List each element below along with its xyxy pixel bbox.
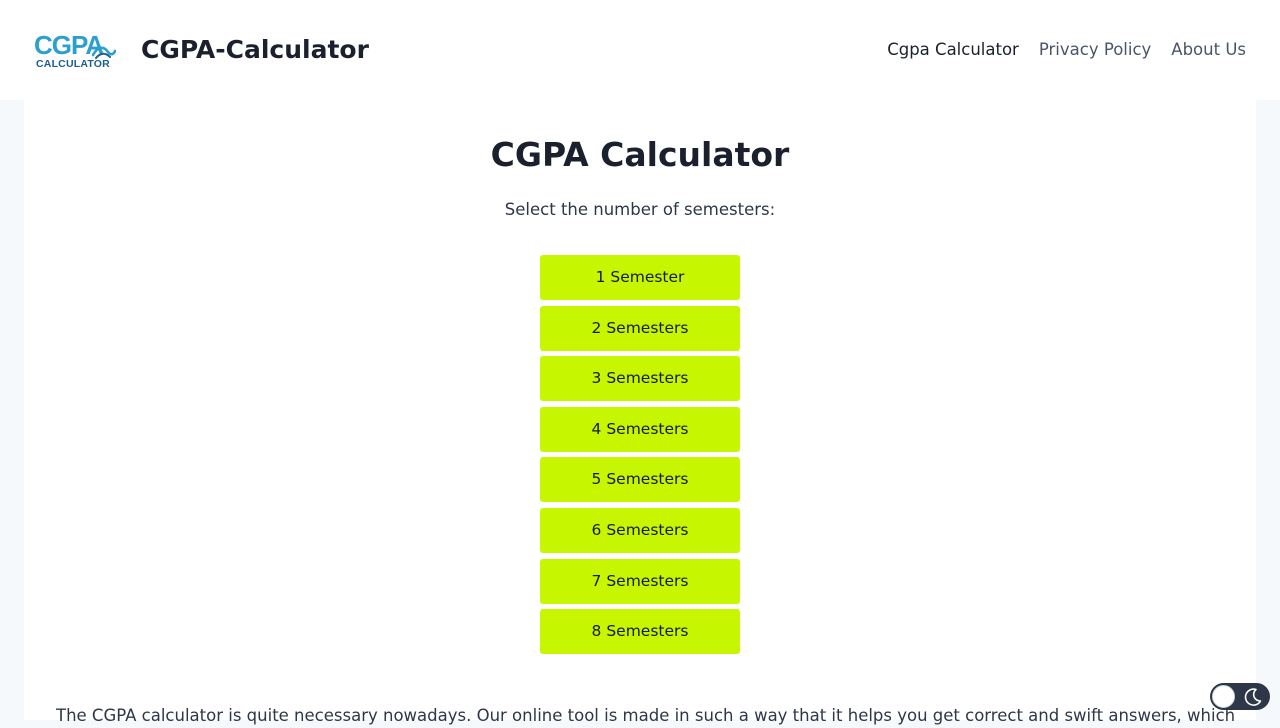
semester-2-button[interactable]: 2 Semesters <box>540 305 740 351</box>
sun-icon <box>1212 685 1235 708</box>
main-content: CGPA Calculator Select the number of sem… <box>24 100 1256 725</box>
page-title: CGPA Calculator <box>490 135 790 174</box>
semester-button-list: 1 Semester 2 Semesters 3 Semesters 4 Sem… <box>540 255 740 660</box>
nav-cgpa-calculator[interactable]: Cgpa Calculator <box>887 38 1019 62</box>
intro-paragraph: The CGPA calculator is quite necessary n… <box>56 706 1236 725</box>
semester-prompt: Select the number of semesters: <box>504 200 776 219</box>
semester-1-button[interactable]: 1 Semester <box>540 255 740 300</box>
site-logo[interactable]: CGPA CALCULATOR <box>34 32 116 72</box>
main-nav: Cgpa Calculator Privacy Policy About Us <box>887 38 1246 62</box>
semester-7-button[interactable]: 7 Semesters <box>540 558 740 604</box>
logo-text-bottom: CALCULATOR <box>36 58 110 70</box>
semester-3-button[interactable]: 3 Semesters <box>540 356 740 402</box>
site-title[interactable]: CGPA-Calculator <box>141 32 369 68</box>
site-header: CGPA CALCULATOR CGPA-Calculator Cgpa Cal… <box>0 0 1280 100</box>
semester-6-button[interactable]: 6 Semesters <box>540 507 740 553</box>
nav-privacy-policy[interactable]: Privacy Policy <box>1039 38 1151 62</box>
theme-toggle[interactable] <box>1210 683 1270 710</box>
semester-5-button[interactable]: 5 Semesters <box>540 457 740 503</box>
semester-4-button[interactable]: 4 Semesters <box>540 406 740 452</box>
moon-icon <box>1244 688 1262 706</box>
semester-8-button[interactable]: 8 Semesters <box>540 609 740 655</box>
nav-about-us[interactable]: About Us <box>1171 38 1246 62</box>
